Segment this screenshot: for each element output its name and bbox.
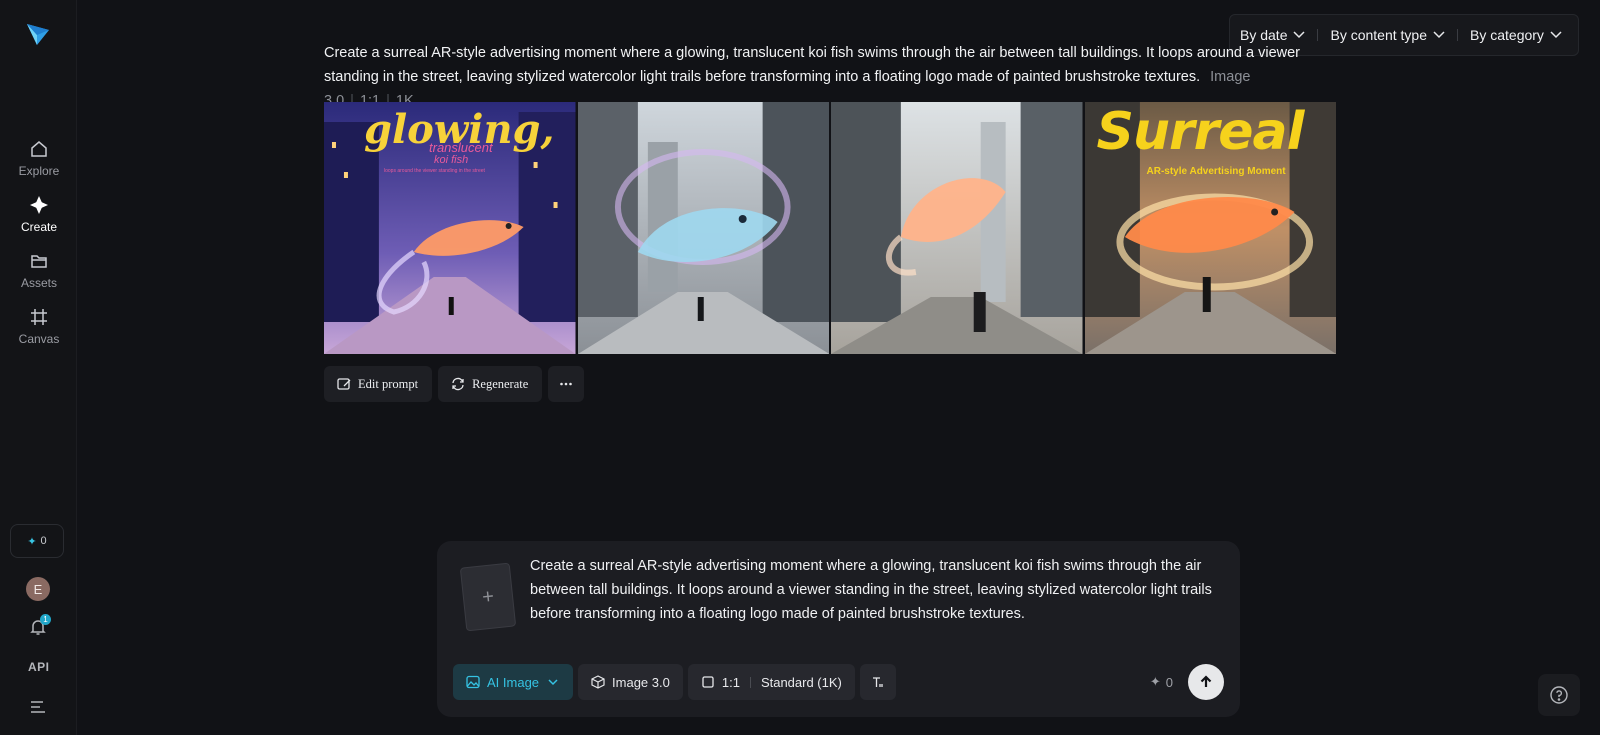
app-logo-icon[interactable] bbox=[24, 20, 52, 48]
prompt-input[interactable]: Create a surreal AR-style advertising mo… bbox=[530, 554, 1220, 626]
edit-prompt-label: Edit prompt bbox=[358, 376, 419, 391]
chevron-down-icon bbox=[1293, 31, 1306, 39]
home-icon bbox=[31, 141, 47, 157]
api-link[interactable]: API bbox=[28, 660, 50, 674]
help-button[interactable] bbox=[1538, 674, 1580, 716]
divider bbox=[1317, 29, 1319, 41]
generated-images: glowing, translucent koi fish loops arou… bbox=[324, 102, 1336, 354]
image-4-subtitle: AR-style Advertising Moment bbox=[1146, 166, 1286, 177]
sparkle-icon: ✦ bbox=[27, 535, 37, 548]
cost-value: 0 bbox=[1165, 674, 1173, 690]
prompt-composer: + Create a surreal AR-style advertising … bbox=[437, 541, 1240, 717]
quality-label: Standard (1K) bbox=[760, 674, 842, 690]
image-actions: Edit prompt Regenerate bbox=[324, 366, 585, 402]
sidebar-item-label: Assets bbox=[20, 276, 57, 290]
generated-image-2[interactable] bbox=[577, 102, 829, 354]
mode-label: AI Image bbox=[487, 674, 540, 690]
image-1-sub2: koi fish bbox=[434, 154, 469, 166]
prompt-text: Create a surreal AR-style advertising mo… bbox=[324, 45, 1301, 85]
sidebar-item-label: Canvas bbox=[18, 332, 60, 346]
regenerate-button[interactable]: Regenerate bbox=[438, 366, 543, 402]
more-options-button[interactable] bbox=[548, 366, 585, 402]
add-reference-image-button[interactable]: + bbox=[459, 562, 517, 632]
ratio-label: 1:1 bbox=[721, 674, 740, 690]
text-style-button[interactable] bbox=[859, 664, 896, 700]
edit-icon bbox=[337, 378, 351, 390]
generated-image-3[interactable] bbox=[831, 102, 1083, 354]
edit-prompt-button[interactable]: Edit prompt bbox=[324, 366, 433, 402]
sidebar-item-canvas[interactable]: Canvas bbox=[8, 307, 70, 357]
sparkle-icon: ✦ bbox=[1149, 674, 1161, 689]
refresh-icon bbox=[452, 377, 464, 391]
sidebar-item-create[interactable]: Create bbox=[8, 195, 70, 245]
sidebar-item-label: Explore bbox=[18, 164, 60, 178]
ratio-quality-select[interactable]: 1:1 Standard (1K) bbox=[687, 664, 855, 700]
generation-cost: ✦ 0 bbox=[1150, 674, 1173, 690]
filter-label: By category bbox=[1470, 27, 1544, 43]
help-icon bbox=[1550, 686, 1568, 704]
image-4-title: Surreal bbox=[1096, 102, 1305, 162]
credits-count: 0 bbox=[40, 535, 47, 547]
model-label: Image 3.0 bbox=[612, 674, 670, 690]
image-1-tagline: loops around the viewer standing in the … bbox=[384, 168, 485, 174]
chevron-down-icon bbox=[1550, 31, 1562, 39]
cube-icon bbox=[591, 675, 605, 689]
image-icon bbox=[466, 675, 480, 689]
menu-icon[interactable] bbox=[30, 700, 46, 714]
sidebar-item-label: Create bbox=[20, 220, 58, 234]
generated-image-1[interactable]: glowing, translucent koi fish loops arou… bbox=[324, 102, 576, 354]
notification-badge: 1 bbox=[40, 614, 51, 625]
filter-by-content-type[interactable]: By content type bbox=[1330, 27, 1445, 43]
composer-controls: AI Image Image 3.0 1:1 Standard (1K) ✦ 0 bbox=[453, 664, 1224, 700]
folder-icon bbox=[31, 255, 47, 268]
generated-image-4[interactable]: Surreal AR-style Advertising Moment bbox=[1084, 102, 1336, 354]
filter-label: By content type bbox=[1330, 27, 1427, 43]
image-1-subtitle: translucent bbox=[429, 140, 493, 155]
credits-badge[interactable]: ✦ 0 bbox=[10, 524, 64, 558]
plus-icon: + bbox=[480, 584, 495, 609]
divider bbox=[1457, 29, 1458, 41]
more-horizontal-icon bbox=[560, 382, 573, 386]
frame-grid-icon bbox=[31, 309, 47, 325]
arrow-up-icon bbox=[1200, 675, 1212, 687]
sidebar-item-assets[interactable]: Assets bbox=[8, 251, 70, 301]
regenerate-label: Regenerate bbox=[472, 376, 529, 391]
sidebar: Explore Create Assets Canvas ✦ 0 E 1 API bbox=[0, 0, 77, 735]
text-format-icon bbox=[872, 677, 883, 687]
divider bbox=[749, 676, 751, 688]
chevron-down-icon bbox=[1433, 31, 1445, 39]
mode-select[interactable]: AI Image bbox=[453, 664, 574, 700]
send-button[interactable] bbox=[1188, 664, 1224, 700]
avatar[interactable]: E bbox=[26, 577, 50, 601]
filter-by-category[interactable]: By category bbox=[1470, 27, 1562, 43]
sidebar-item-explore[interactable]: Explore bbox=[8, 139, 70, 189]
model-select[interactable]: Image 3.0 bbox=[578, 664, 683, 700]
diamond-sparkle-icon bbox=[30, 196, 48, 214]
aspect-ratio-icon bbox=[702, 676, 714, 688]
chevron-down-icon bbox=[548, 679, 558, 686]
